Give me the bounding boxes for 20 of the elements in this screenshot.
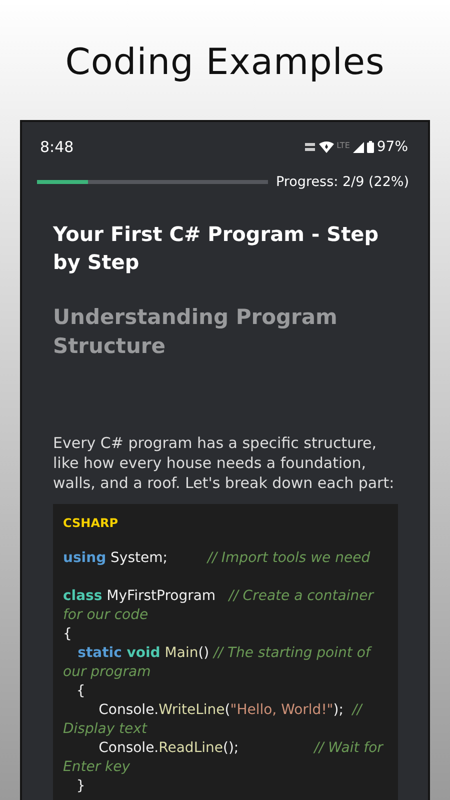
section-title: Understanding Program Structure bbox=[53, 304, 338, 360]
status-time: 8:48 bbox=[40, 138, 74, 156]
progress-label: Progress: 2/9 (22%) bbox=[276, 174, 410, 190]
code-line: Console.WriteLine("Hello, World!"); // Display text bbox=[63, 701, 364, 739]
code-line: static void Main() // The starting point of our program bbox=[63, 644, 373, 682]
code-line: { bbox=[75, 682, 86, 701]
promo-title: Coding Examples bbox=[64, 41, 386, 85]
code-line: { bbox=[63, 625, 73, 644]
intro-paragraph: Every C# program has a specific structure, like how every house needs a foundation, walls, and a roof. Let's break down each part: bbox=[53, 433, 396, 493]
battery-percent: 97% bbox=[376, 139, 408, 155]
battery-icon bbox=[366, 141, 374, 153]
code-line: Console.ReadLine(); // Wait for Enter key bbox=[63, 739, 384, 777]
code-line: using System; // Import tools we need bbox=[63, 549, 372, 568]
code-line: class MyFirstProgram // Create a container for our code bbox=[63, 587, 376, 625]
code-language: CSHARP bbox=[63, 516, 120, 530]
wifi-icon bbox=[318, 141, 334, 153]
network-label: LTE bbox=[336, 141, 350, 150]
lesson-title: Your First C# Program - Step by Step bbox=[53, 221, 380, 276]
signal-icon bbox=[352, 142, 364, 152]
code-line: } bbox=[75, 777, 86, 796]
